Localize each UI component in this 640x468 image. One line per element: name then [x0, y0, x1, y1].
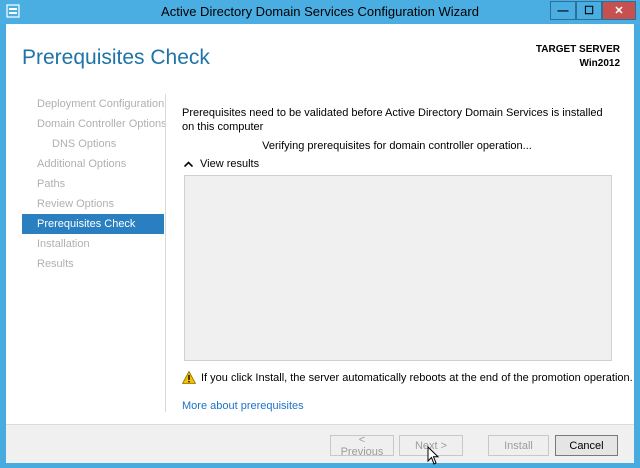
nav-item-results: Results — [37, 258, 74, 270]
nav-item-installation: Installation — [37, 238, 90, 250]
wizard-window: Active Directory Domain Services Configu… — [0, 0, 640, 468]
title-bar[interactable]: Active Directory Domain Services Configu… — [0, 0, 640, 24]
warning-text: If you click Install, the server automat… — [201, 371, 633, 384]
target-server-label: TARGET SERVER — [535, 44, 620, 55]
wizard-footer: < Previous Next > Install Cancel — [6, 424, 634, 463]
maximize-icon: ☐ — [584, 5, 594, 17]
chevron-up-icon — [183, 159, 194, 169]
warning-icon — [182, 371, 196, 384]
view-results-label: View results — [200, 158, 260, 170]
nav-item-review-options[interactable]: Review Options — [22, 194, 164, 214]
nav-divider — [165, 94, 166, 412]
minimize-button[interactable]: — — [550, 1, 576, 20]
previous-button[interactable]: < Previous — [330, 434, 394, 458]
nav-item-paths[interactable]: Paths — [22, 174, 164, 194]
nav-item-additional-options[interactable]: Additional Options — [22, 154, 164, 174]
minimize-icon: — — [557, 4, 569, 17]
close-button[interactable]: ✕ — [602, 1, 636, 20]
verifying-status: Verifying prerequisites for domain contr… — [262, 140, 532, 152]
page-title: Prerequisites Check — [22, 46, 210, 69]
close-icon: ✕ — [614, 5, 624, 17]
reboot-warning: If you click Install, the server automat… — [182, 371, 633, 384]
nav-item-prerequisites-check[interactable]: Prerequisites Check — [22, 214, 164, 234]
cancel-button[interactable]: Cancel — [555, 435, 618, 456]
window-title: Active Directory Domain Services Configu… — [161, 4, 479, 19]
mouse-cursor-icon — [427, 446, 440, 465]
more-about-prerequisites-link[interactable]: More about prerequisites — [182, 400, 304, 412]
target-server-name: Win2012 — [579, 58, 620, 69]
nav-item-domain-controller-options[interactable]: Domain Controller Options — [22, 114, 167, 134]
results-panel[interactable] — [184, 175, 612, 361]
wizard-client-area: Prerequisites Check TARGET SERVER Win201… — [6, 24, 634, 463]
prerequisites-description: Prerequisites need to be validated befor… — [182, 107, 603, 133]
nav-item-deployment-configuration[interactable]: Deployment Configuration — [22, 94, 164, 114]
maximize-button[interactable]: ☐ — [576, 1, 602, 20]
nav-item-dns-options[interactable]: DNS Options — [22, 134, 164, 154]
install-button[interactable]: Install — [488, 435, 549, 456]
wizard-nav: Deployment Configuration Domain Controll… — [22, 94, 167, 274]
view-results-toggle[interactable]: View results — [183, 158, 260, 170]
